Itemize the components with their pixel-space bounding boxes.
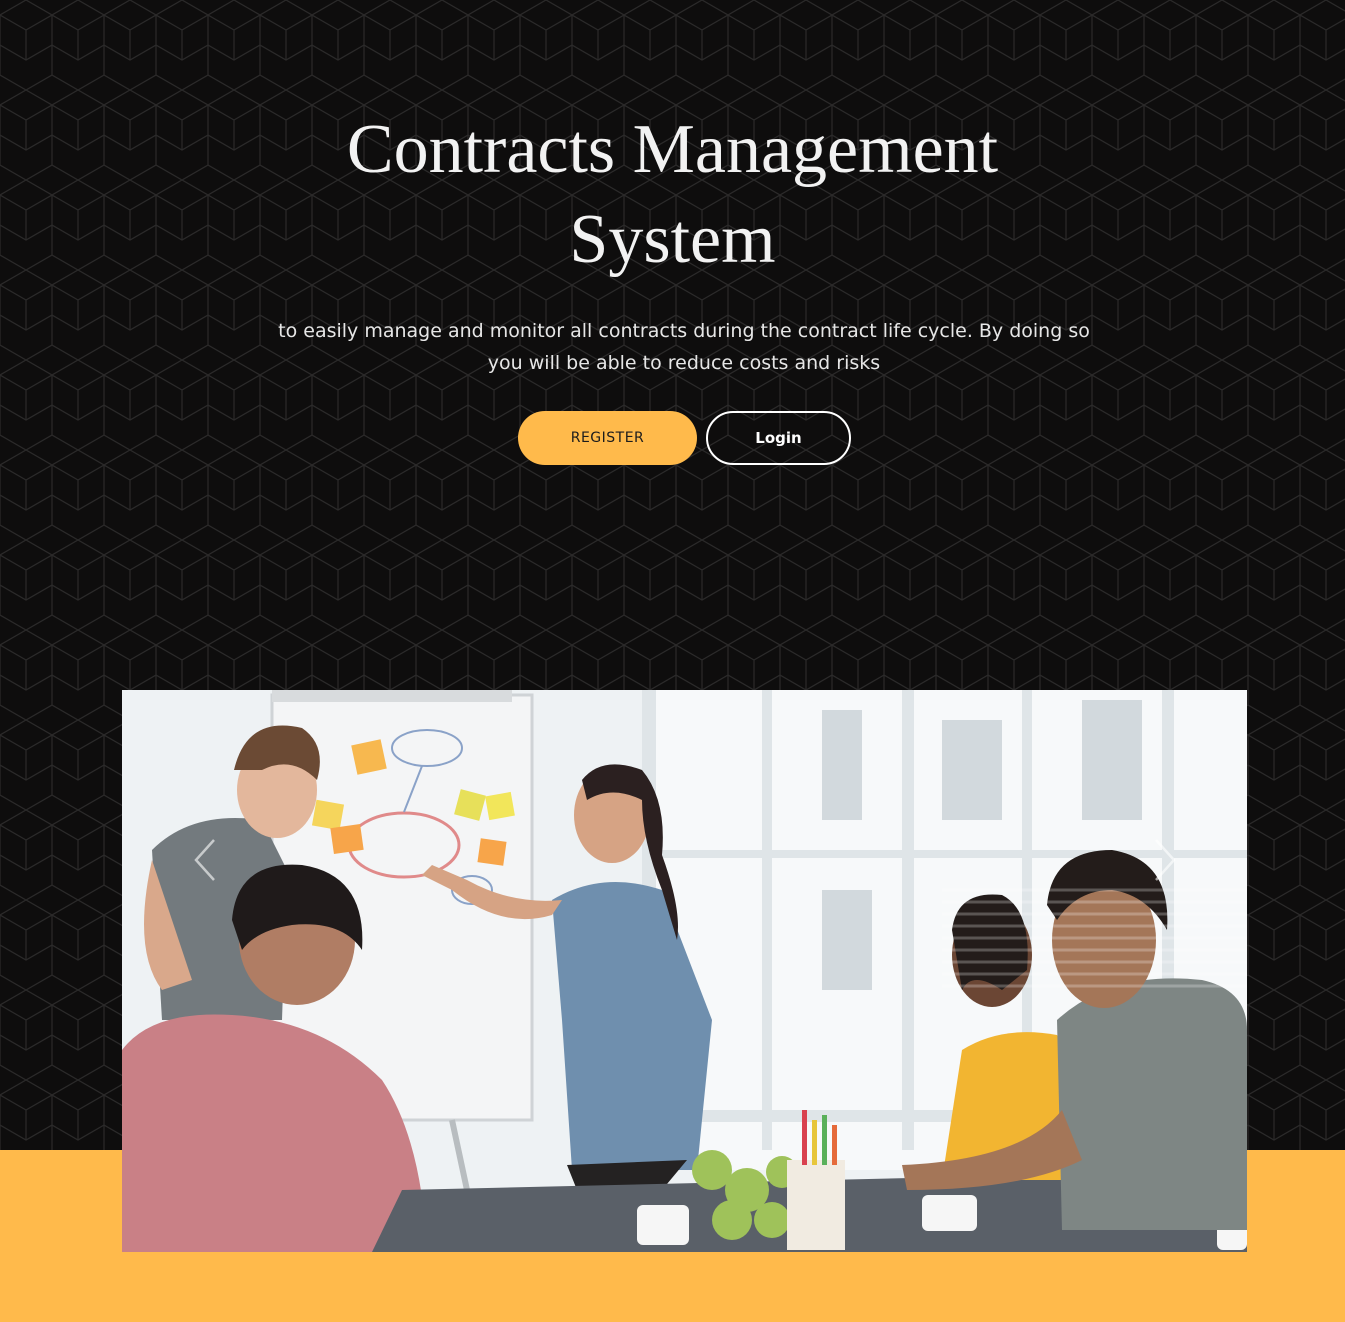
login-button[interactable]: Login <box>706 411 851 465</box>
page-title-line-1: Contracts Management <box>346 111 999 188</box>
page-title-line-2: System <box>569 201 776 278</box>
chevron-left-icon[interactable] <box>188 830 228 890</box>
hero-subtitle: to easily manage and monitor all contrac… <box>278 320 1090 374</box>
image-carousel[interactable] <box>122 690 1247 1252</box>
page-title: Contracts Management System <box>0 105 1345 285</box>
register-button[interactable]: REGISTER <box>518 411 697 465</box>
chevron-right-icon[interactable] <box>1142 830 1182 890</box>
team-meeting-photo <box>122 690 1247 1252</box>
